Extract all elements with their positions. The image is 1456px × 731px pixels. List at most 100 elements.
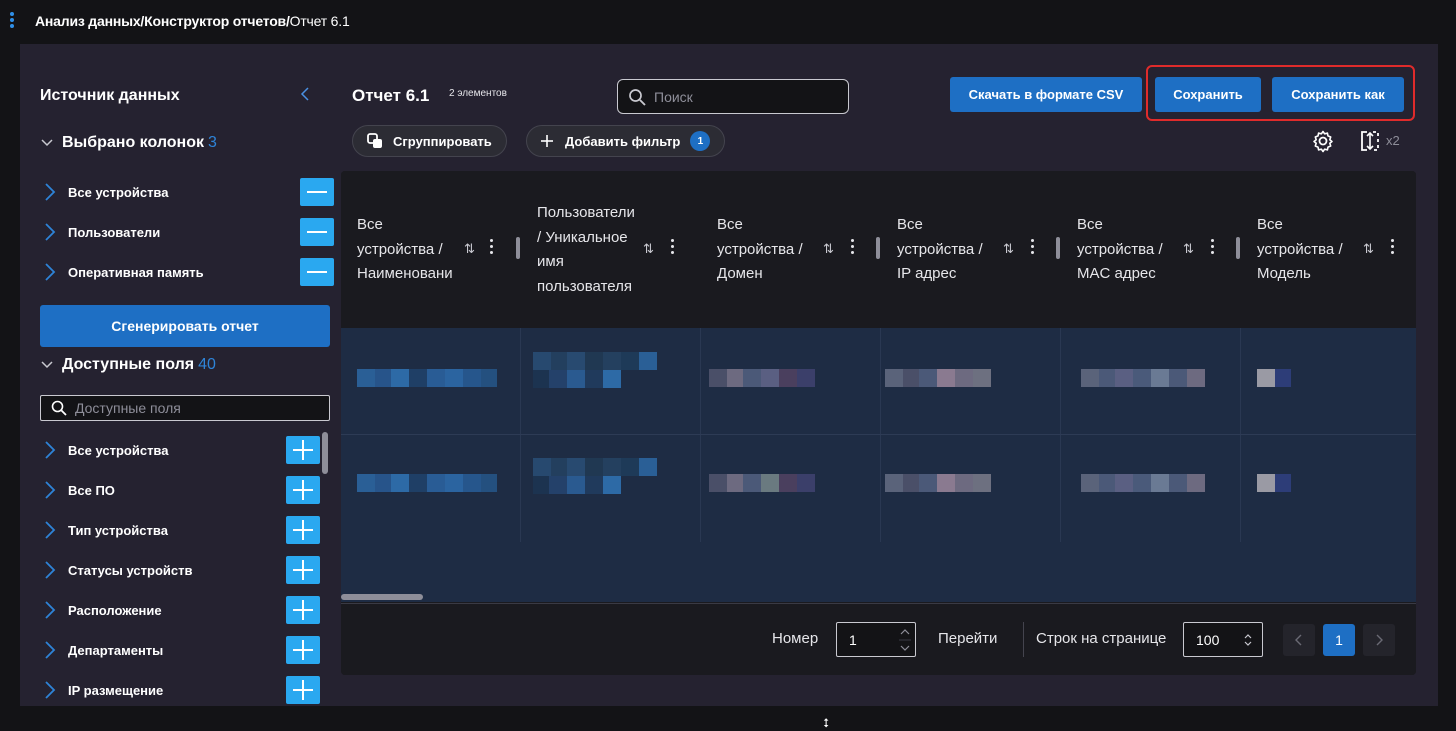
column-menu-icon[interactable] (671, 239, 675, 257)
column-menu-icon[interactable] (1211, 239, 1215, 257)
selected-columns-header[interactable]: Выбрано колонок 3 (40, 134, 217, 152)
table-horizontal-scrollbar[interactable] (341, 594, 423, 600)
breadcrumb-path[interactable]: Анализ данных/Конструктор отчетов/ (35, 13, 290, 29)
add-field-button[interactable] (286, 516, 320, 544)
remove-column-button[interactable] (300, 258, 334, 286)
table-header: Все устройства / Наименовани ⇅ Пользоват… (341, 171, 1416, 328)
fields-search-input[interactable] (75, 400, 315, 416)
redacted-cell[interactable] (709, 369, 815, 387)
column-menu-icon[interactable] (1031, 239, 1035, 257)
next-page-button[interactable] (1363, 624, 1395, 656)
redacted-cell[interactable] (885, 474, 991, 492)
go-to-page-button[interactable]: Перейти (938, 630, 997, 647)
available-fields-header[interactable]: Доступные поля 40 (40, 356, 216, 374)
redacted-cell[interactable] (533, 352, 657, 406)
add-filter-label: Добавить фильтр (565, 133, 681, 149)
redacted-cell[interactable] (357, 369, 497, 387)
selected-item[interactable]: Пользователи (40, 216, 334, 248)
sort-icon[interactable]: ⇅ (1003, 241, 1014, 257)
chevron-right-icon (45, 441, 56, 459)
redacted-cell[interactable] (533, 458, 657, 512)
plus-icon (293, 600, 313, 620)
add-filter-button[interactable]: Добавить фильтр 1 (526, 125, 726, 157)
column-title: Все устройства / Домен (717, 216, 803, 282)
generate-report-button[interactable]: Сгенерировать отчет (40, 305, 330, 347)
add-field-button[interactable] (286, 596, 320, 624)
minus-icon (307, 191, 327, 193)
page-number-value: 1 (849, 632, 857, 648)
mouse-cursor-icon: ⭥ (823, 716, 830, 730)
menu-dots-icon[interactable] (9, 12, 15, 30)
sort-icon[interactable]: ⇅ (823, 241, 834, 257)
selected-item[interactable]: Оперативная память (40, 256, 334, 288)
selected-item-label: Пользователи (68, 224, 161, 240)
column-header[interactable]: Пользователи / Уникальное имя пользовате… (521, 171, 701, 328)
column-divider (1240, 328, 1241, 542)
add-field-button[interactable] (286, 556, 320, 584)
available-field[interactable]: Все устройства (40, 434, 334, 466)
page-number-label: Номер (772, 630, 819, 647)
sort-icon[interactable]: ⇅ (1183, 241, 1194, 257)
stepper-icon[interactable] (899, 627, 911, 653)
sort-icon[interactable]: ⇅ (1363, 241, 1374, 257)
collapse-panel-icon[interactable] (300, 86, 310, 102)
redacted-cell[interactable] (1081, 369, 1205, 387)
sort-icon[interactable]: ⇅ (464, 241, 475, 257)
row-density-icon[interactable] (1358, 129, 1382, 153)
column-header[interactable]: Все устройства / Модель ⇅ (1241, 171, 1416, 328)
add-field-button[interactable] (286, 476, 320, 504)
column-header[interactable]: Все устройства / IP адрес ⇅ (881, 171, 1061, 328)
column-header[interactable]: Все устройства / Домен ⇅ (701, 171, 881, 328)
redacted-cell[interactable] (357, 474, 497, 492)
page-button-current[interactable]: 1 (1323, 624, 1355, 656)
redacted-cell[interactable] (1257, 474, 1291, 492)
column-header[interactable]: Все устройства / Наименовани ⇅ (341, 171, 521, 328)
report-search-input[interactable] (654, 88, 834, 105)
group-button[interactable]: Сгруппировать (352, 125, 507, 157)
data-source-title: Источник данных (40, 87, 180, 104)
group-label: Сгруппировать (393, 133, 492, 149)
sort-icon[interactable]: ⇅ (643, 241, 654, 257)
add-field-button[interactable] (286, 676, 320, 704)
add-field-button[interactable] (286, 436, 320, 464)
report-search-box[interactable] (617, 79, 849, 114)
available-field[interactable]: IP размещение (40, 674, 334, 706)
prev-page-button[interactable] (1283, 624, 1315, 656)
remove-column-button[interactable] (300, 218, 334, 246)
column-title: Пользователи / Уникальное имя пользовате… (537, 204, 635, 295)
redacted-cell[interactable] (1081, 474, 1205, 492)
column-menu-icon[interactable] (851, 239, 855, 257)
add-field-button[interactable] (286, 636, 320, 664)
group-icon (367, 133, 382, 148)
plus-icon (541, 135, 553, 147)
column-menu-icon[interactable] (1391, 239, 1395, 257)
remove-column-button[interactable] (300, 178, 334, 206)
redacted-cell[interactable] (709, 474, 815, 492)
column-resize-handle[interactable] (876, 237, 880, 259)
available-field[interactable]: Статусы устройств (40, 554, 334, 586)
report-title: Отчет 6.1 (352, 86, 430, 105)
column-resize-handle[interactable] (1236, 237, 1240, 259)
chevron-down-icon (41, 361, 53, 369)
redacted-cell[interactable] (1257, 369, 1291, 387)
column-resize-handle[interactable] (1056, 237, 1060, 259)
download-csv-button[interactable]: Скачать в формате CSV (950, 77, 1142, 112)
breadcrumb: Анализ данных/Конструктор отчетов/Отчет … (35, 13, 350, 29)
available-field[interactable]: Все ПО (40, 474, 334, 506)
fields-search-box[interactable] (40, 395, 330, 421)
pagination-bar: Номер 1 Перейти Строк на странице 100 1 (341, 603, 1416, 675)
row-density-label: x2 (1386, 133, 1400, 148)
selected-item[interactable]: Все устройства (40, 176, 334, 208)
rows-per-page-select[interactable]: 100 (1183, 622, 1263, 657)
settings-icon[interactable] (1311, 129, 1335, 153)
available-field-label: Все ПО (68, 482, 115, 498)
column-resize-handle[interactable] (516, 237, 520, 259)
page-number-input[interactable]: 1 (836, 622, 916, 657)
available-field[interactable]: Расположение (40, 594, 334, 626)
column-header[interactable]: Все устройства / MAC адрес ⇅ (1061, 171, 1241, 328)
redacted-cell[interactable] (885, 369, 991, 387)
column-menu-icon[interactable] (490, 239, 494, 257)
available-field[interactable]: Департаменты (40, 634, 334, 666)
available-field[interactable]: Тип устройства (40, 514, 334, 546)
selected-item-label: Все устройства (68, 184, 169, 200)
